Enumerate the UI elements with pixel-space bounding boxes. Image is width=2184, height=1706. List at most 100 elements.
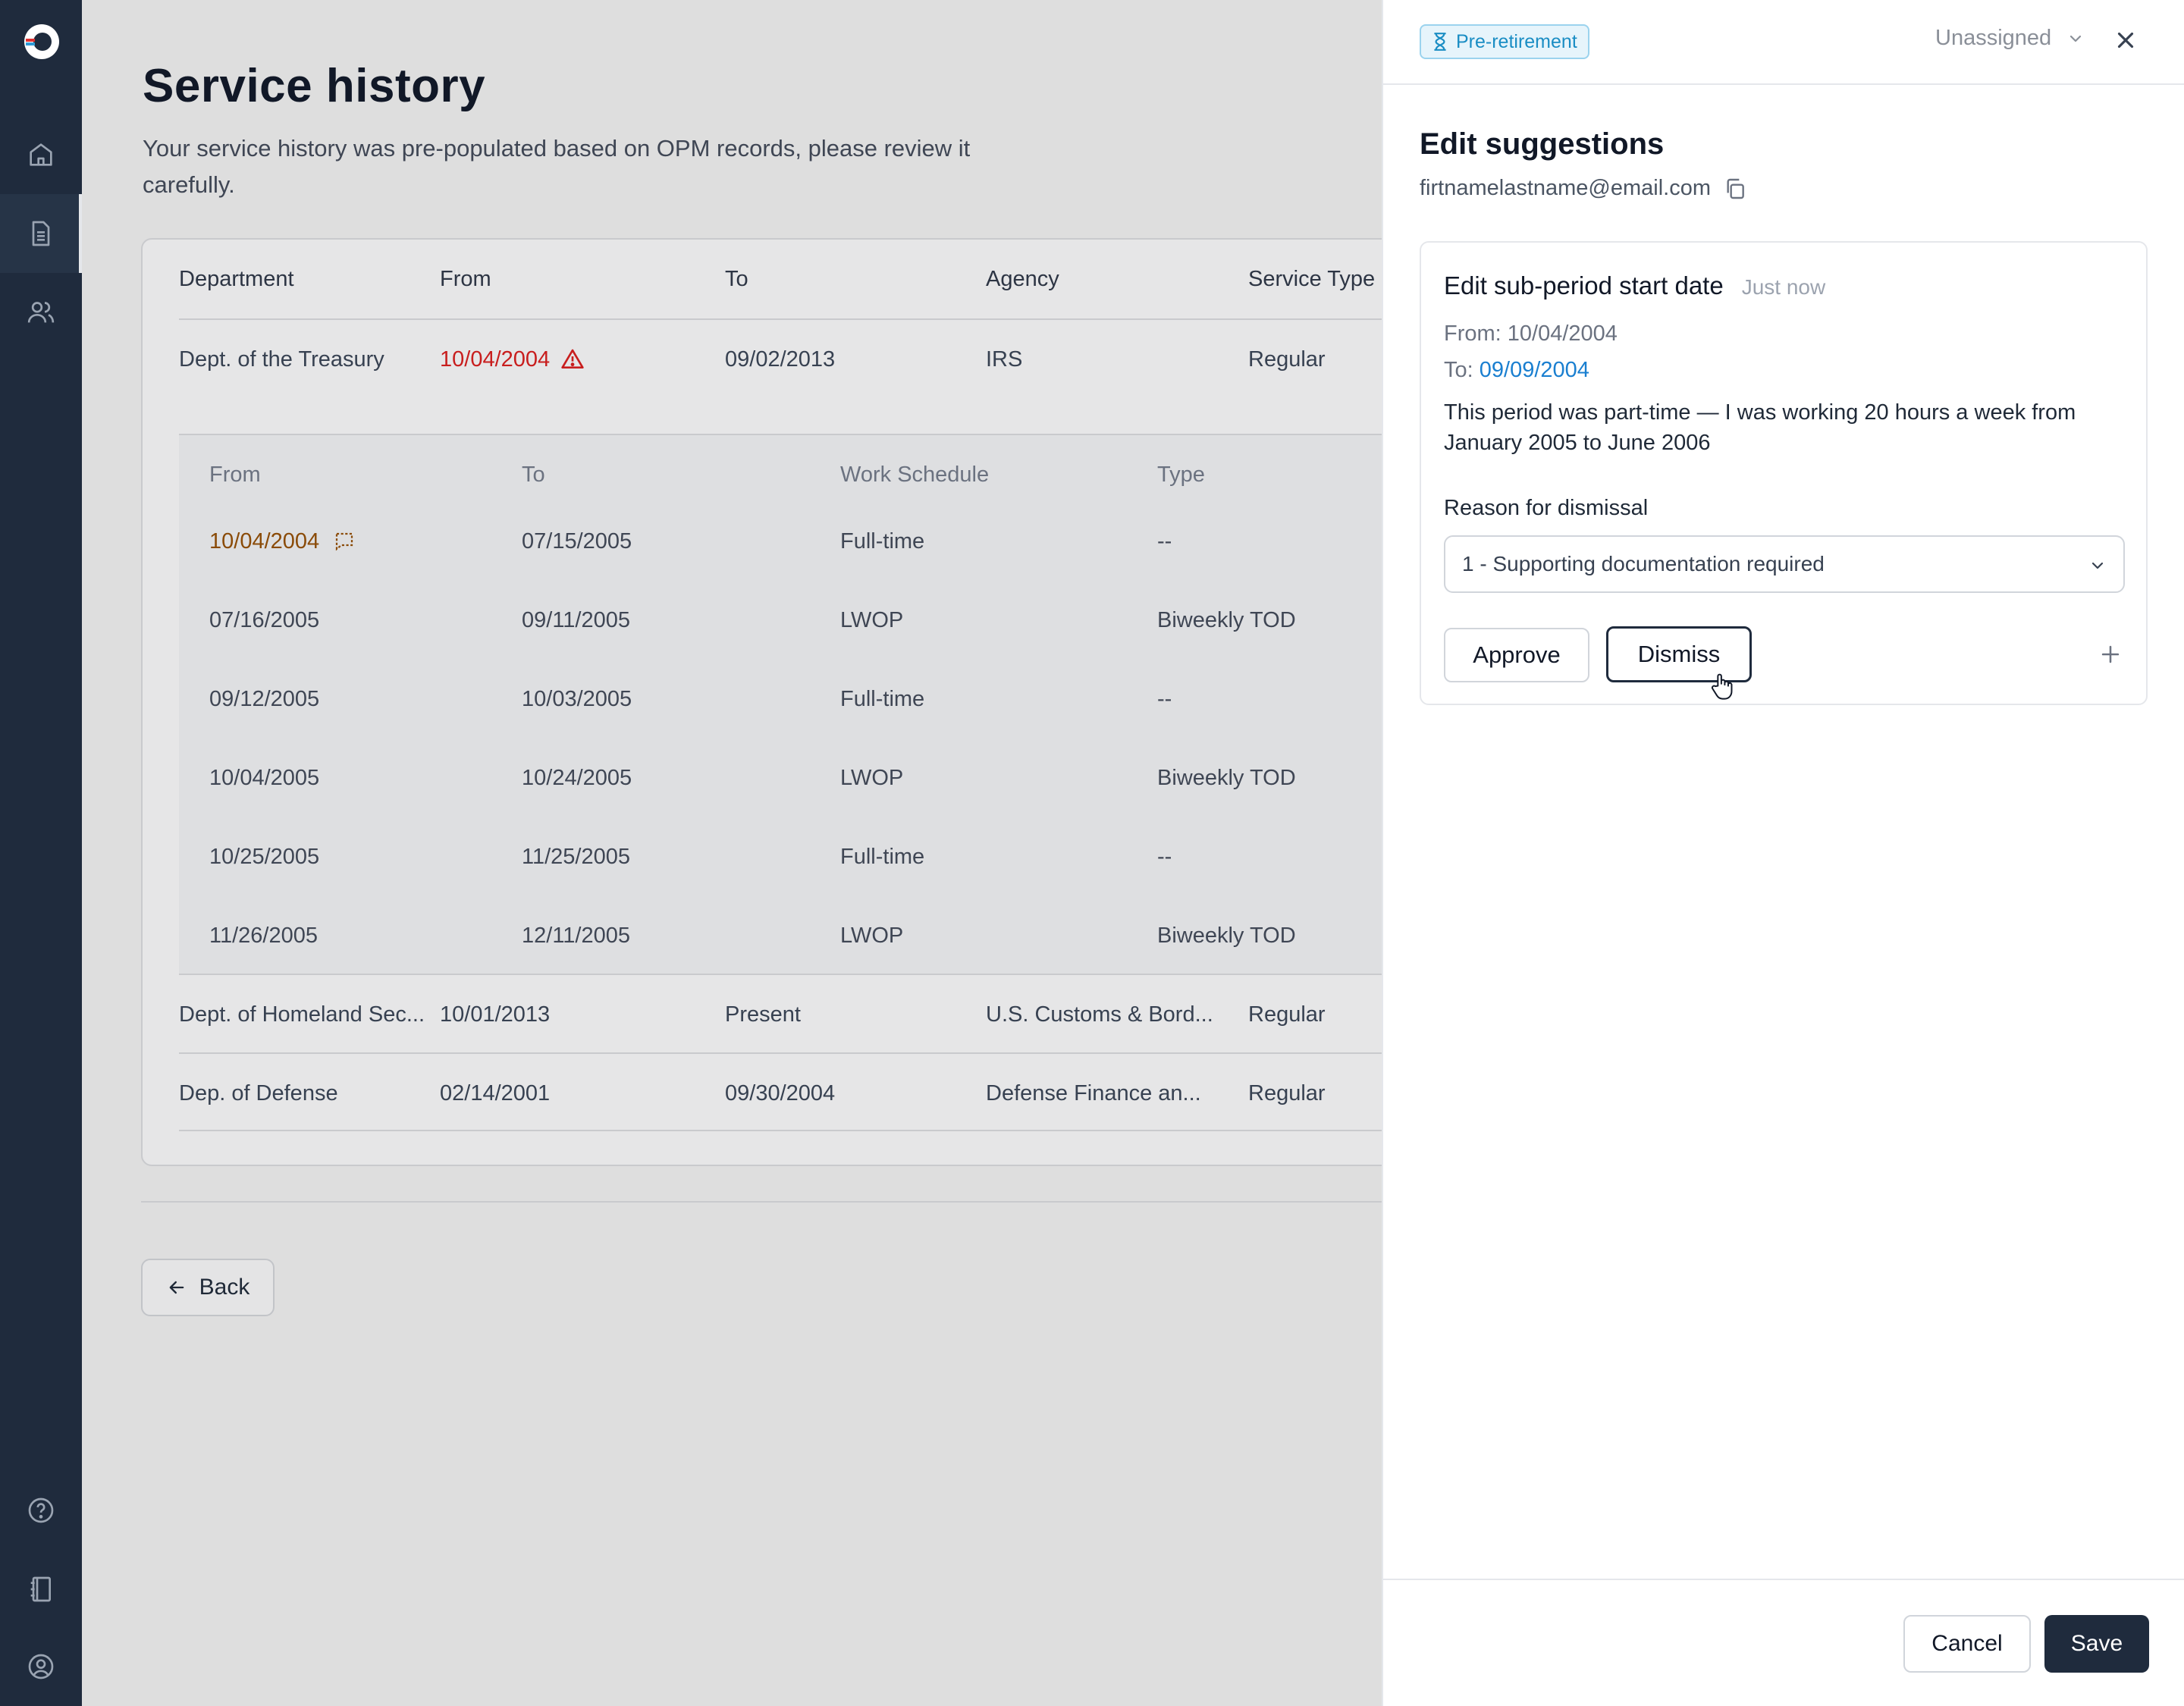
sub-period-table: From To Work Schedule Type 10/04/2004 07… bbox=[179, 434, 1559, 974]
cell-agency: U.S. Customs & Bord... bbox=[986, 1002, 1213, 1027]
hand-cursor-icon bbox=[1711, 673, 1733, 700]
panel-header: Pre-retirement Unassigned bbox=[1383, 0, 2184, 85]
cell-agency: IRS bbox=[986, 347, 1023, 372]
subcell-schedule: LWOP bbox=[840, 923, 904, 948]
user-email-text: firtnamelastname@email.com bbox=[1420, 176, 1712, 200]
subcell-schedule: Full-time bbox=[840, 844, 925, 869]
cell-service-type: Regular bbox=[1248, 1002, 1326, 1027]
suggestion-timestamp: Just now bbox=[1741, 275, 1826, 299]
page-title: Service history bbox=[143, 60, 486, 112]
nav-help[interactable] bbox=[0, 1471, 82, 1550]
table-header: Department From To Agency Service Type bbox=[179, 240, 1559, 318]
nav-documents[interactable] bbox=[0, 194, 82, 273]
assignee-label: Unassigned bbox=[1935, 26, 2052, 50]
back-button[interactable]: Back bbox=[141, 1259, 275, 1316]
service-history-table: Department From To Agency Service Type D… bbox=[141, 238, 1582, 1166]
status-badge-label: Pre-retirement bbox=[1456, 30, 1577, 52]
cell-department: Dept. of the Treasury bbox=[179, 347, 384, 372]
suggestion-title: Edit sub-period start date bbox=[1444, 271, 1724, 299]
status-badge: Pre-retirement bbox=[1420, 24, 1589, 59]
subcell-type: -- bbox=[1157, 528, 1172, 554]
hourglass-icon bbox=[1434, 33, 1446, 51]
help-icon bbox=[28, 1497, 54, 1523]
subcell-schedule: LWOP bbox=[840, 765, 904, 790]
save-button[interactable]: Save bbox=[2044, 1615, 2149, 1673]
col-department: Department bbox=[179, 266, 294, 291]
comment-icon[interactable] bbox=[333, 530, 356, 553]
subcell-schedule: Full-time bbox=[840, 528, 925, 554]
reason-selected: 1 - Supporting documentation required bbox=[1462, 552, 1825, 575]
to-value: 09/09/2004 bbox=[1479, 358, 1589, 382]
arrow-left-icon bbox=[169, 1281, 184, 1294]
assignee-dropdown[interactable]: Unassigned bbox=[1935, 26, 2085, 51]
cell-to: Present bbox=[725, 1002, 801, 1027]
cell-to: 09/02/2013 bbox=[725, 347, 836, 372]
subcell-to: 07/15/2005 bbox=[522, 528, 632, 554]
subtable-row[interactable]: 10/25/2005 11/25/2005 Full-time -- bbox=[209, 817, 1559, 896]
subtable-row[interactable]: 10/04/2004 07/15/2005 Full-time -- bbox=[209, 502, 1559, 581]
chevron-down-icon bbox=[2070, 35, 2082, 42]
sidebar bbox=[0, 0, 82, 1706]
subcell-to: 10/03/2005 bbox=[522, 686, 632, 711]
cancel-button[interactable]: Cancel bbox=[1903, 1615, 2031, 1673]
subcell-type: Biweekly TOD bbox=[1157, 607, 1296, 632]
close-icon[interactable] bbox=[2113, 27, 2138, 53]
page-subtitle: Your service history was pre-populated b… bbox=[143, 135, 971, 198]
nav-notebook[interactable] bbox=[0, 1550, 82, 1629]
app-logo[interactable] bbox=[23, 23, 61, 61]
col-service-type: Service Type bbox=[1248, 266, 1376, 291]
subcell-from: 11/26/2005 bbox=[209, 923, 318, 948]
subtable-row[interactable]: 09/12/2005 10/03/2005 Full-time -- bbox=[209, 660, 1559, 739]
cell-department: Dept. of Homeland Sec... bbox=[179, 1002, 425, 1027]
subcell-to: 12/11/2005 bbox=[522, 923, 630, 948]
from-value: 10/04/2004 bbox=[1507, 321, 1618, 346]
account-icon bbox=[28, 1654, 54, 1679]
subcell-from: 09/12/2005 bbox=[209, 686, 320, 711]
cell-service-type: Regular bbox=[1248, 347, 1326, 372]
subcell-type: -- bbox=[1157, 844, 1172, 869]
warning-icon bbox=[561, 349, 584, 368]
subcell-from: 10/04/2005 bbox=[209, 765, 320, 790]
panel-title: Edit suggestions bbox=[1420, 127, 1665, 161]
cell-from-value: 10/04/2004 bbox=[440, 347, 551, 372]
notebook-icon bbox=[30, 1576, 51, 1602]
table-row[interactable]: Dept. of the Treasury 10/04/2004 09/02/2… bbox=[179, 318, 1559, 397]
cell-service-type: Regular bbox=[1248, 1080, 1326, 1105]
suggestion-card: Edit sub-period start date Just now From… bbox=[1420, 241, 2148, 705]
subcell-from-value: 10/04/2004 bbox=[209, 528, 320, 554]
document-icon bbox=[32, 221, 50, 246]
subtable-row[interactable]: 10/04/2005 10/24/2005 LWOP Biweekly TOD bbox=[209, 739, 1559, 817]
table-row[interactable]: Dep. of Defense 02/14/2001 09/30/2004 De… bbox=[179, 1052, 1559, 1131]
subcell-to: 10/24/2005 bbox=[522, 765, 632, 790]
subcell-type: Biweekly TOD bbox=[1157, 765, 1296, 790]
nav-users[interactable] bbox=[0, 273, 82, 352]
col-agency: Agency bbox=[986, 266, 1059, 291]
col-to: To bbox=[725, 266, 748, 291]
subcell-from: 10/25/2005 bbox=[209, 844, 320, 869]
cell-from: 02/14/2001 bbox=[440, 1080, 551, 1105]
approve-button[interactable]: Approve bbox=[1444, 628, 1589, 682]
subtable-row[interactable]: 11/26/2005 12/11/2005 LWOP Biweekly TOD bbox=[209, 896, 1559, 975]
to-label: To: bbox=[1444, 358, 1473, 382]
nav-home[interactable] bbox=[0, 115, 82, 194]
user-email: firtnamelastname@email.com bbox=[1420, 176, 1747, 201]
subtable-row[interactable]: 07/16/2005 09/11/2005 LWOP Biweekly TOD bbox=[209, 581, 1559, 660]
subcell-to: 11/25/2005 bbox=[522, 844, 630, 869]
suggestion-note: This period was part-time — I was workin… bbox=[1444, 400, 2076, 455]
edit-suggestions-panel: Pre-retirement Unassigned Edit suggestio… bbox=[1382, 0, 2184, 1706]
panel-footer: Cancel Save bbox=[1383, 1579, 2184, 1706]
plus-icon[interactable] bbox=[2098, 641, 2123, 667]
nav-account[interactable] bbox=[0, 1627, 82, 1706]
cell-from: 10/01/2013 bbox=[440, 1002, 551, 1027]
subcell-from: 07/16/2005 bbox=[209, 607, 320, 632]
cell-department: Dep. of Defense bbox=[179, 1080, 338, 1105]
copy-icon[interactable] bbox=[1723, 177, 1747, 201]
subcell-to: 09/11/2005 bbox=[522, 607, 630, 632]
reason-select[interactable]: 1 - Supporting documentation required bbox=[1444, 535, 2125, 593]
cell-to: 09/30/2004 bbox=[725, 1080, 836, 1105]
col-from: From bbox=[440, 266, 491, 291]
table-row[interactable]: Dept. of Homeland Sec... 10/01/2013 Pres… bbox=[179, 974, 1559, 1052]
users-icon bbox=[27, 302, 55, 323]
suggestion-from: From: 10/04/2004 bbox=[1444, 321, 1618, 347]
from-label: From: bbox=[1444, 321, 1502, 346]
